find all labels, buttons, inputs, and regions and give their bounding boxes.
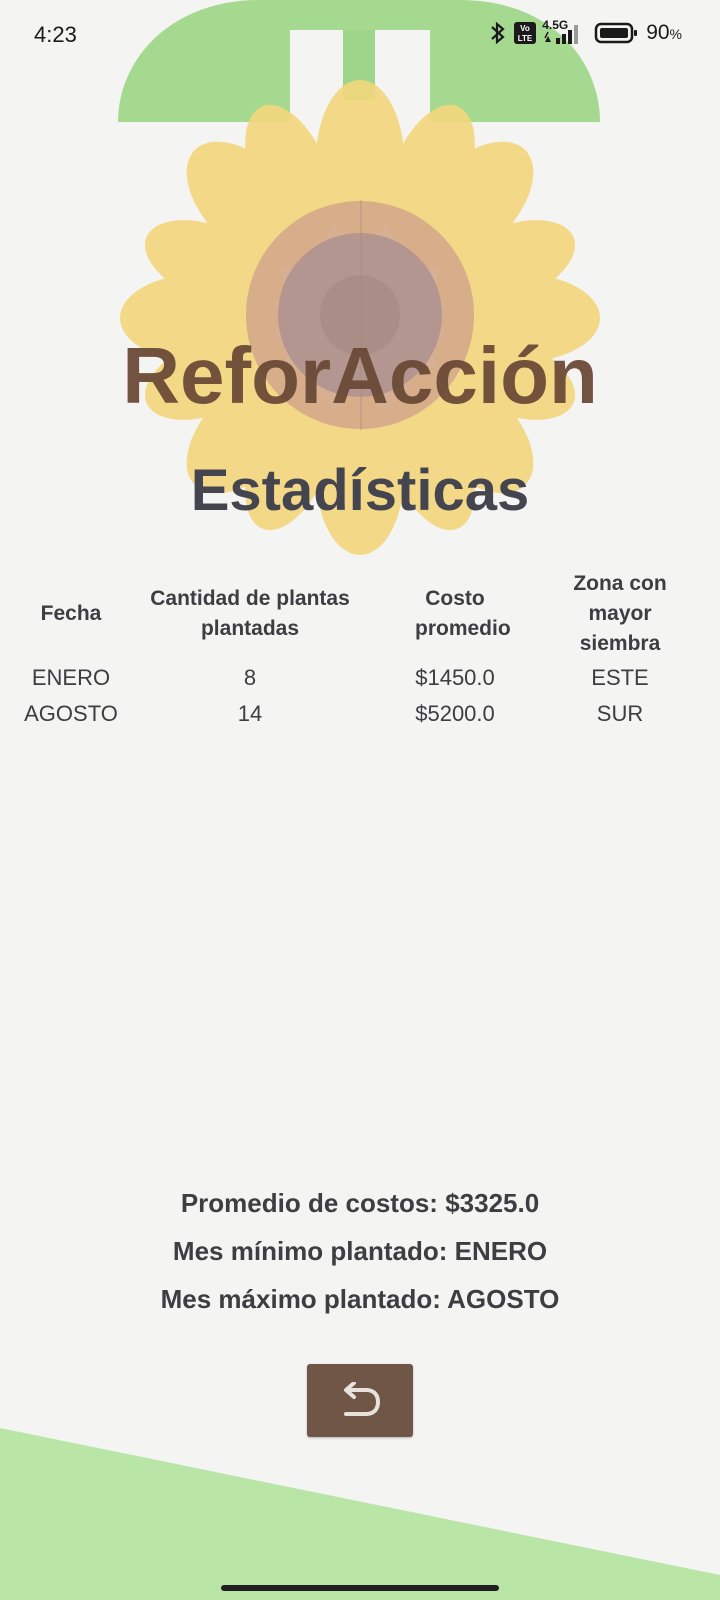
svg-text:Vo: Vo <box>520 24 530 33</box>
header-zone: Zona con mayor siembra <box>573 572 667 655</box>
statistics-summary: Promedio de costos: $3325.0 Mes mínimo p… <box>0 1183 720 1327</box>
table-header-row: Fecha Cantidad de plantas plantadas Cost… <box>12 568 712 660</box>
back-button[interactable] <box>307 1364 413 1437</box>
ground-shape <box>0 1428 720 1600</box>
status-icons: Vo LTE 4.5G 90% <box>488 18 682 46</box>
header-plants: Cantidad de plantas plantadas <box>150 587 350 640</box>
network-signal: 4.5G <box>542 18 588 46</box>
cell-date: ENERO <box>31 665 111 690</box>
page-title: Estadísticas <box>190 458 530 523</box>
max-month-text: Mes máximo plantado: AGOSTO <box>160 1284 560 1314</box>
battery-percentage: 90% <box>646 21 682 44</box>
table-row: AGOSTO 14 $5200.0 SUR <box>12 696 712 732</box>
status-bar: 4:23 Vo LTE 4.5G 90% <box>0 0 720 70</box>
home-indicator[interactable] <box>221 1585 499 1591</box>
svg-text:LTE: LTE <box>518 34 533 43</box>
average-cost-text: Promedio de costos: $3325.0 <box>180 1188 540 1218</box>
cell-zone: SUR <box>596 701 644 726</box>
header-cost: Costo promedio <box>415 587 511 640</box>
bluetooth-icon <box>491 21 505 45</box>
cell-zone: ESTE <box>591 665 649 690</box>
signal-bars-icon <box>544 25 579 44</box>
app-title: ReforAcción <box>122 331 598 420</box>
cell-plants: 8 <box>243 665 257 690</box>
sunflower-illustration <box>0 0 720 1600</box>
volte-icon: Vo LTE <box>514 22 537 44</box>
statistics-table: Fecha Cantidad de plantas plantadas Cost… <box>12 568 712 732</box>
cell-cost: $5200.0 <box>415 701 495 726</box>
cell-date: AGOSTO <box>24 701 118 726</box>
cell-plants: 14 <box>237 701 263 726</box>
status-time: 4:23 <box>34 22 77 47</box>
battery-icon <box>594 22 638 44</box>
cell-cost: $1450.0 <box>415 665 495 690</box>
min-month-text: Mes mínimo plantado: ENERO <box>172 1236 548 1266</box>
header-date: Fecha <box>40 602 102 625</box>
undo-arrow-icon <box>344 1381 381 1416</box>
table-row: ENERO 8 $1450.0 ESTE <box>12 660 712 696</box>
